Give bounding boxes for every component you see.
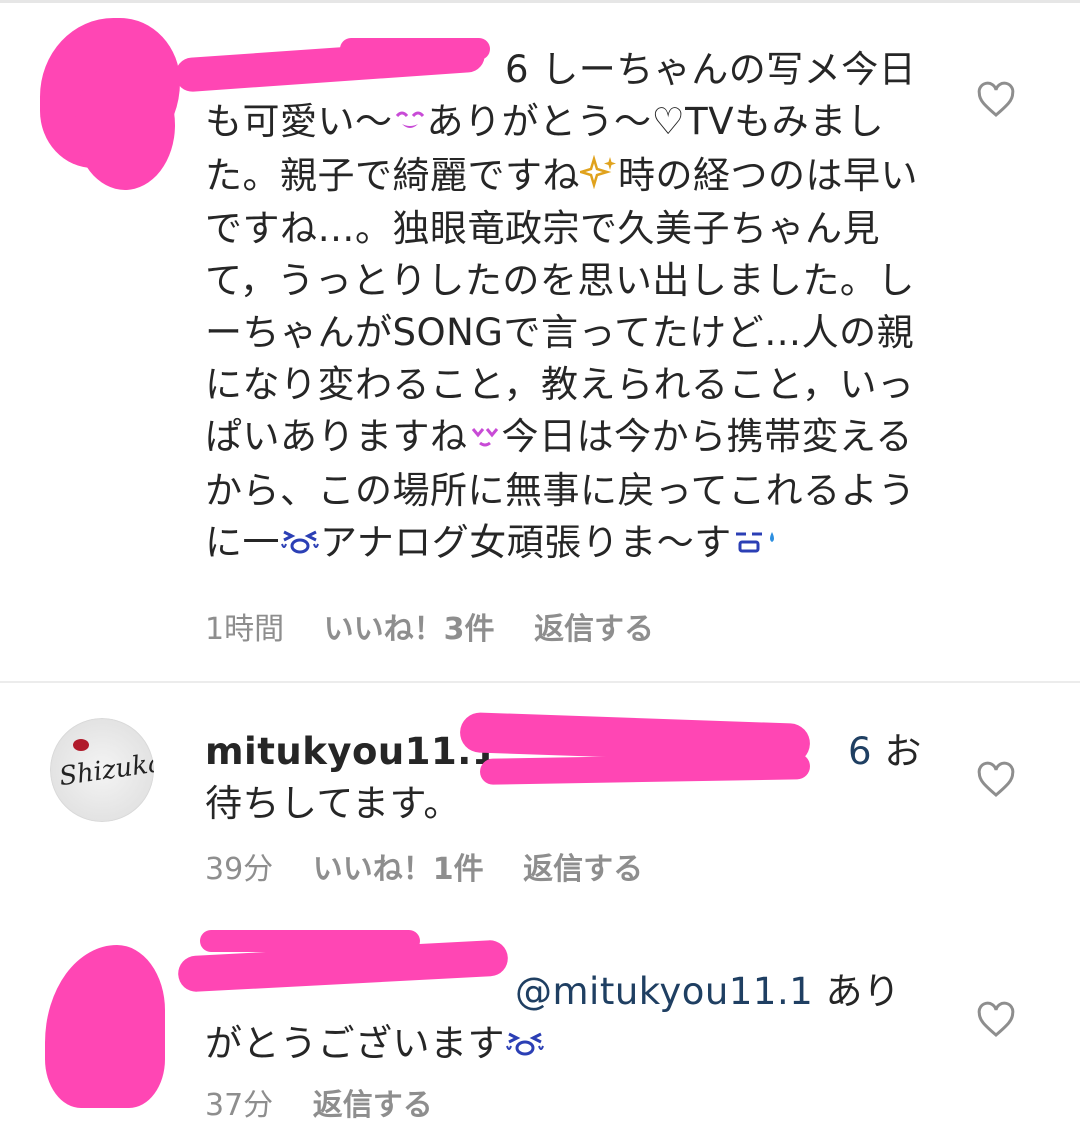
- kissing-face-icon: [393, 98, 427, 150]
- comment-body-5: アナログ女頑張りま〜す: [320, 520, 732, 564]
- reply-button[interactable]: 返信する: [313, 1088, 433, 1123]
- comment-meta: 1時間 いいね！3件 返信する: [205, 604, 684, 648]
- reply-button[interactable]: 返信する: [534, 612, 654, 647]
- comment-body-3: 時の経つのは早いですね…。独眼竜政宗で久美子ちゃん見て，うっとりしたのを思い出し…: [205, 153, 918, 459]
- likes-count-link[interactable]: いいね！1件: [313, 852, 484, 887]
- smiling-eyes-icon: [468, 413, 502, 465]
- comment-meta: 37分 返信する: [205, 1080, 463, 1124]
- like-heart-icon[interactable]: [976, 1000, 1016, 1040]
- comment-text: ​6 しーちゃんの写メ今日も可愛い〜ありがとう〜♡TVもみました。親子で綺麗です…: [205, 44, 935, 570]
- username-suffix: 6: [505, 48, 530, 91]
- redaction-scribble: [340, 38, 490, 60]
- crying-face-icon: [505, 1020, 545, 1072]
- reply-button[interactable]: 返信する: [523, 852, 643, 887]
- avatar[interactable]: Shizuka: [50, 718, 154, 822]
- comment-meta: 39分 いいね！1件 返信する: [205, 844, 673, 888]
- mention-tail[interactable]: 6: [848, 730, 872, 773]
- like-heart-icon[interactable]: [976, 760, 1016, 800]
- comment-username[interactable]: mitukyou11.1: [205, 730, 498, 773]
- avatar-signature: Shizuka: [57, 747, 154, 793]
- redaction-scribble: [200, 930, 420, 952]
- mention-link[interactable]: @mitukyou11.1: [515, 970, 813, 1013]
- like-heart-icon[interactable]: [976, 80, 1016, 120]
- comment-time: 1時間: [205, 612, 285, 647]
- likes-count-link[interactable]: いいね！3件: [324, 612, 495, 647]
- comment-time: 39分: [205, 852, 274, 887]
- comment-time: 37分: [205, 1088, 274, 1123]
- sparkles-icon: [576, 151, 618, 203]
- sweat-face-icon: [732, 518, 778, 570]
- redaction-scribble: [75, 60, 175, 190]
- comment-divider: [0, 681, 1080, 683]
- crying-face-icon: [280, 518, 320, 570]
